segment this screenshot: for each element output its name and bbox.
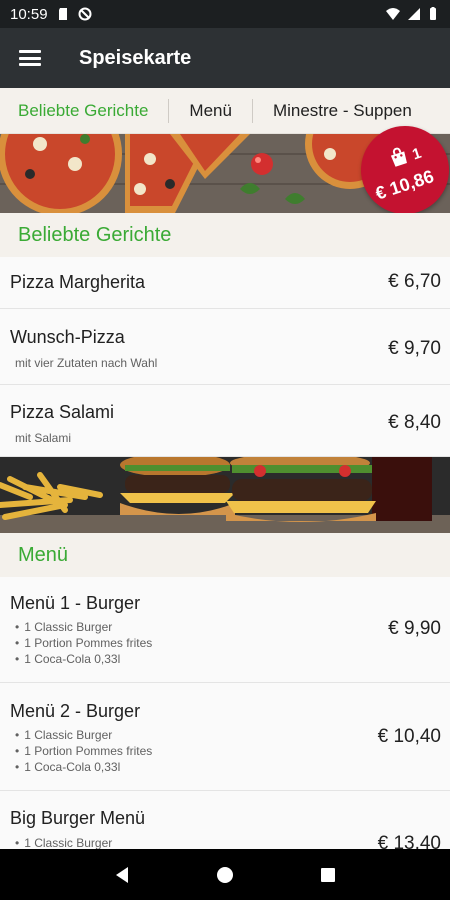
item-name: Wunsch-Pizza <box>10 327 125 347</box>
no-disturb-icon <box>78 7 92 21</box>
item-contents: 1 Classic Burger 1 Portion Pommes frites… <box>15 727 152 775</box>
item-content-line: 1 Coca-Cola 0,33l <box>15 759 152 775</box>
menu-button[interactable] <box>0 28 60 88</box>
tab-minestre-suppen[interactable]: Minestre - Suppen <box>253 98 432 124</box>
item-description: mit vier Zutaten nach Wahl <box>15 356 158 370</box>
tab-beliebte-gerichte[interactable]: Beliebte Gerichte <box>0 98 168 124</box>
tab-menu[interactable]: Menü <box>169 98 252 124</box>
item-price: € 9,90 <box>388 618 441 639</box>
item-content-line: 1 Portion Pommes frites <box>15 635 152 651</box>
item-description: mit Salami <box>15 431 72 445</box>
back-icon <box>115 866 128 883</box>
item-name: Pizza Salami <box>10 402 115 422</box>
menu-item[interactable]: Pizza Margherita € 6,70 <box>0 257 450 309</box>
app-bar: Speisekarte <box>0 28 450 88</box>
sd-card-icon <box>58 8 67 20</box>
recents-button[interactable] <box>308 855 348 895</box>
menu-item[interactable]: Menü 1 - Burger 1 Classic Burger 1 Porti… <box>0 577 450 683</box>
item-contents: 1 Classic Burger 1 Portion Pommes frites… <box>15 619 152 667</box>
item-price: € 8,40 <box>388 412 441 433</box>
home-button[interactable] <box>205 855 245 895</box>
item-name: Big Burger Menü <box>10 808 146 828</box>
burger-banner-image <box>0 457 450 533</box>
section-title: Beliebte Gerichte <box>18 223 172 246</box>
category-tabs: Beliebte Gerichte Menü Minestre - Suppen <box>0 88 450 134</box>
item-price: € 9,70 <box>388 338 441 359</box>
section-title: Menü <box>18 543 69 566</box>
status-bar: 10:59 <box>0 0 450 28</box>
item-content-line: 1 Portion Pommes frites <box>15 743 152 759</box>
item-name: Menü 2 - Burger <box>10 701 141 721</box>
item-content-line: 1 Coca-Cola 0,33l <box>15 651 152 667</box>
menu-item[interactable]: Wunsch-Pizza mit vier Zutaten nach Wahl … <box>0 309 450 385</box>
system-nav-bar <box>0 849 450 900</box>
home-icon <box>216 866 233 883</box>
wifi-icon <box>386 8 400 20</box>
cart-total: € 10,86 <box>372 166 437 204</box>
battery-icon <box>430 7 436 20</box>
item-name: Menü 1 - Burger <box>10 593 141 613</box>
item-name: Pizza Margherita <box>10 272 146 292</box>
back-button[interactable] <box>102 855 142 895</box>
menu-item[interactable]: Big Burger Menü 1 Classic Burger € 13,40 <box>0 791 450 854</box>
status-time: 10:59 <box>10 5 48 23</box>
item-price: € 10,40 <box>377 726 441 747</box>
item-content-line: 1 Classic Burger <box>15 619 152 635</box>
recents-icon <box>321 867 336 882</box>
menu-item[interactable]: Pizza Salami mit Salami € 8,40 <box>0 385 450 457</box>
menu-item[interactable]: Menü 2 - Burger 1 Classic Burger 1 Porti… <box>0 683 450 791</box>
signal-icon <box>408 8 420 20</box>
shopping-bag-icon <box>390 147 407 167</box>
section-header-menu: Menü <box>0 533 450 577</box>
item-content-line: 1 Classic Burger <box>15 727 152 743</box>
cart-item-count: 1 <box>410 144 424 164</box>
section-header-popular: Beliebte Gerichte <box>0 213 450 257</box>
hamburger-menu-icon <box>19 50 41 66</box>
page-title: Speisekarte <box>79 46 192 69</box>
item-price: € 6,70 <box>388 271 441 292</box>
